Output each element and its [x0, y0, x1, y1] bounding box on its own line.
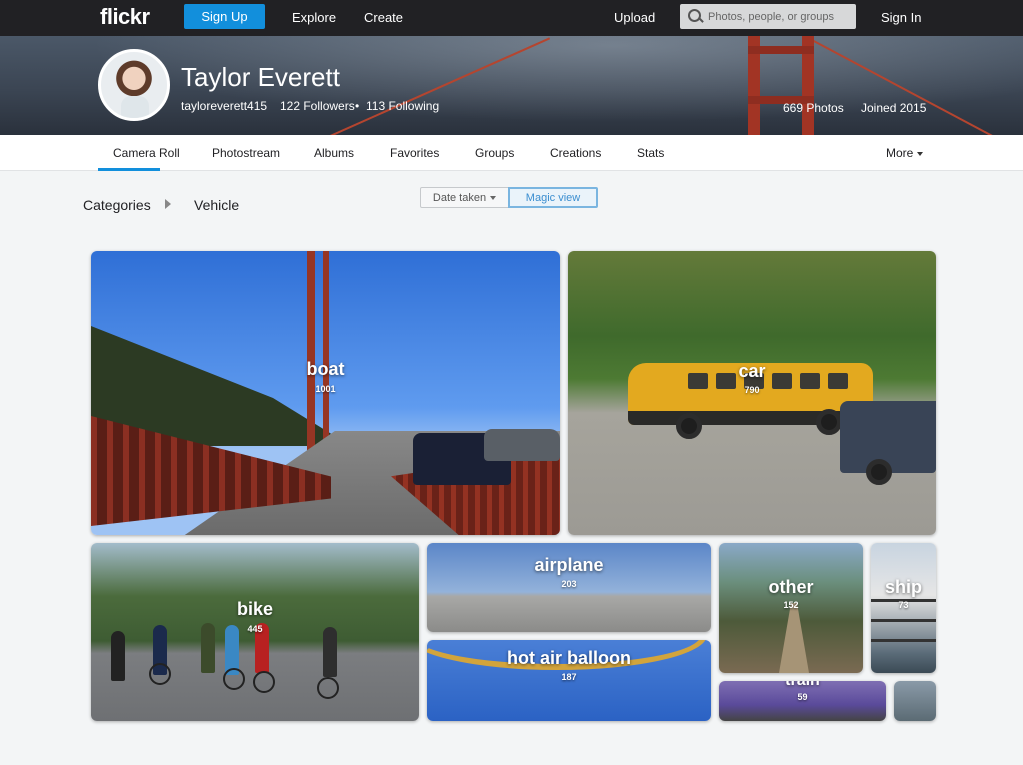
avatar[interactable]	[98, 49, 170, 121]
profile-name: Taylor Everett	[181, 62, 340, 92]
active-tab-indicator	[98, 168, 160, 171]
tile-count: 187	[561, 672, 577, 682]
more-menu[interactable]: More	[886, 146, 924, 160]
tile-count: 59	[797, 692, 808, 702]
chevron-down-icon	[490, 195, 497, 200]
tile-count: 152	[783, 600, 799, 610]
category-tile-train[interactable]: train 59	[719, 681, 886, 721]
category-tile-partial[interactable]	[894, 681, 936, 721]
top-nav-bar: flickr Sign Up Explore Create Upload Sig…	[0, 0, 1023, 36]
search-box[interactable]	[680, 4, 856, 29]
tab-stats[interactable]: Stats	[637, 146, 664, 160]
chevron-right-icon	[165, 199, 171, 209]
magic-view-button[interactable]: Magic view	[508, 187, 598, 208]
tab-favorites[interactable]: Favorites	[390, 146, 439, 160]
bridge-tower	[748, 36, 814, 135]
category-tile-airplane[interactable]: airplane 203	[427, 543, 711, 632]
tile-count: 73	[898, 600, 909, 610]
explore-link[interactable]: Explore	[292, 10, 336, 25]
following-link[interactable]: 113 Following	[366, 99, 439, 113]
followers-link[interactable]: 122 Followers	[280, 99, 355, 113]
photo-count: 669 Photos	[783, 101, 844, 115]
tab-albums[interactable]: Albums	[314, 146, 354, 160]
tile-label: airplane	[534, 555, 604, 575]
search-icon	[680, 4, 708, 29]
upload-link[interactable]: Upload	[614, 10, 655, 25]
tile-count: 1001	[315, 384, 336, 394]
tab-camera-roll[interactable]: Camera Roll	[113, 146, 180, 160]
tab-groups[interactable]: Groups	[475, 146, 514, 160]
category-tile-other[interactable]: other 152	[719, 543, 863, 673]
tile-label: train	[719, 681, 886, 690]
date-taken-dropdown[interactable]: Date taken	[420, 187, 509, 208]
tile-label: hot air balloon	[507, 648, 631, 668]
tile-label: bike	[236, 599, 274, 619]
flickr-logo[interactable]: flickr	[100, 4, 150, 30]
dot-separator: •	[355, 99, 360, 113]
category-tile-ship[interactable]: ship 73	[871, 543, 936, 673]
tile-count: 790	[744, 385, 760, 395]
tile-label: car	[738, 361, 766, 381]
breadcrumb-vehicle: Vehicle	[194, 197, 240, 213]
tile-count: 203	[561, 579, 577, 589]
tile-label: other	[768, 577, 814, 597]
sign-in-link[interactable]: Sign In	[881, 10, 921, 25]
category-tile-hot-air-balloon[interactable]: hot air balloon 187	[427, 640, 711, 721]
create-link[interactable]: Create	[364, 10, 403, 25]
tab-photostream[interactable]: Photostream	[212, 146, 280, 160]
breadcrumb-categories[interactable]: Categories	[83, 197, 151, 213]
search-input[interactable]	[708, 10, 854, 23]
tile-label: ship	[884, 577, 922, 597]
category-tile-bike[interactable]: bike 445	[91, 543, 419, 721]
tile-label: boat	[306, 359, 345, 379]
category-tile-car[interactable]: car 790	[568, 251, 936, 535]
profile-subnav: Camera Roll Photostream Albums Favorites…	[0, 135, 1023, 171]
date-taken-label: Date taken	[432, 191, 487, 204]
profile-username: tayloreverett415	[181, 99, 268, 113]
joined-date: Joined 2015	[861, 101, 927, 115]
category-tile-boat[interactable]: boat 1001	[91, 251, 560, 535]
more-label: More	[886, 146, 914, 160]
chevron-down-icon	[917, 151, 924, 156]
sign-up-button[interactable]: Sign Up	[184, 4, 265, 29]
tab-creations[interactable]: Creations	[550, 146, 601, 160]
tile-count: 445	[247, 624, 263, 634]
